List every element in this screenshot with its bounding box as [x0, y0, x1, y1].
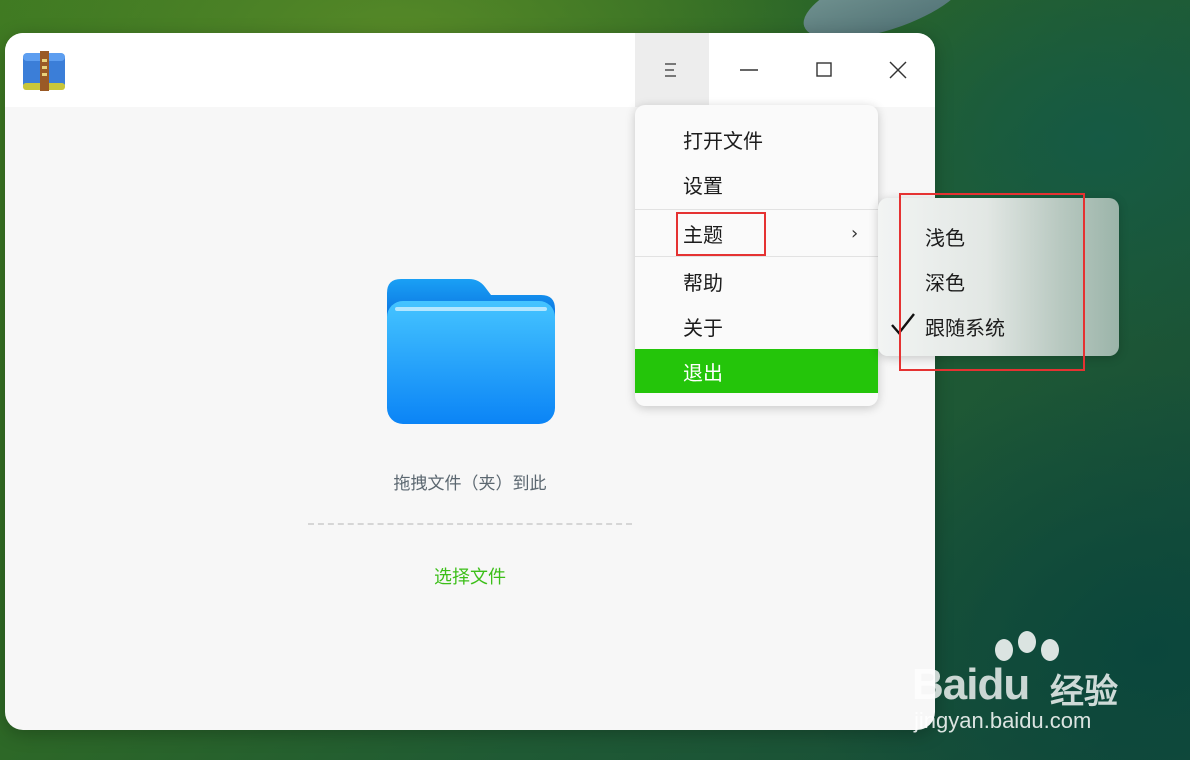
menu-separator	[635, 256, 878, 257]
watermark-brand: Baidu	[912, 660, 1030, 709]
archive-folder-icon[interactable]	[21, 47, 67, 93]
drop-hint: 拖拽文件（夹）到此	[393, 474, 547, 494]
menu-button[interactable]	[635, 33, 709, 107]
titlebar	[5, 33, 935, 107]
maximize-icon	[816, 62, 832, 77]
menu-item-about[interactable]: 关于	[635, 304, 878, 348]
chevron-right-icon: ›	[851, 223, 859, 244]
annotation-box-submenu	[899, 193, 1085, 371]
watermark-url: jingyan.baidu.com	[914, 708, 1092, 733]
minimize-button[interactable]	[712, 33, 786, 107]
menu-separator	[635, 209, 878, 210]
watermark-suffix: 经验	[1050, 672, 1118, 712]
dashed-divider	[308, 523, 632, 525]
menu-item-exit[interactable]: 退出	[635, 349, 878, 393]
menu-item-help[interactable]: 帮助	[635, 259, 878, 303]
select-file-link[interactable]: 选择文件	[365, 563, 575, 589]
menu-icon	[665, 63, 676, 77]
menu-item-open-file[interactable]: 打开文件	[635, 117, 878, 161]
annotation-box-theme	[676, 212, 766, 256]
menu-item-settings[interactable]: 设置	[635, 162, 878, 206]
close-button[interactable]	[861, 33, 935, 107]
watermark: Baidu 经验 jingyan.baidu.com	[910, 630, 1140, 740]
menu-item-label: 关于	[683, 315, 723, 340]
close-icon	[889, 61, 907, 79]
maximize-button[interactable]	[787, 33, 861, 107]
menu-item-label: 退出	[683, 360, 723, 385]
menu-item-label: 打开文件	[683, 128, 763, 153]
menu-item-label: 帮助	[683, 270, 723, 295]
folder-icon[interactable]	[387, 279, 555, 424]
minimize-icon	[740, 69, 758, 71]
menu-item-label: 设置	[683, 173, 723, 198]
